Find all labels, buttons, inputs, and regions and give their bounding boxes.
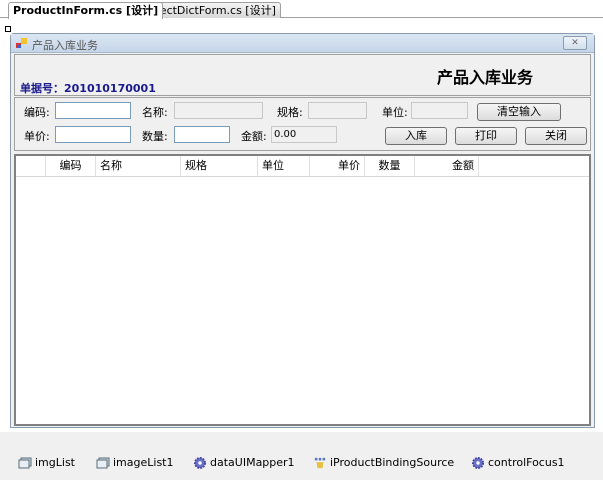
close-button[interactable]: 关闭 <box>525 127 587 145</box>
code-input[interactable] <box>55 102 131 119</box>
qty-input[interactable] <box>174 126 230 143</box>
data-grid[interactable]: 编码 名称 规格 单位 单价 数量 金额 <box>14 154 591 426</box>
component-label: imageList1 <box>113 456 174 469</box>
price-input[interactable] <box>55 126 131 143</box>
component-tray: imgList imageList1 dataUIMapper1 iProduc… <box>0 432 603 480</box>
gear-icon <box>472 456 484 469</box>
page-title: 产品入库业务 <box>437 68 534 87</box>
grid-header: 编码 名称 规格 单位 单价 数量 金额 <box>16 156 589 177</box>
window-title: 产品入库业务 <box>32 39 98 52</box>
gear-icon <box>194 456 206 469</box>
unit-label: 单位: <box>382 106 408 119</box>
component-label: iProductBindingSource <box>330 456 455 469</box>
component-label: dataUIMapper1 <box>210 456 295 469</box>
column-code[interactable]: 编码 <box>46 156 96 176</box>
bill-number-label: 单据号： <box>20 82 64 95</box>
code-label: 编码: <box>24 106 50 119</box>
close-window-button[interactable]: ✕ <box>563 36 587 50</box>
column-spec[interactable]: 规格 <box>181 156 258 176</box>
document-tab-bar: ProductInForm.cs [设计] SelectDictForm.cs … <box>0 0 603 19</box>
form-icon <box>16 38 27 48</box>
stock-in-button[interactable]: 入库 <box>385 127 447 145</box>
print-button[interactable]: 打印 <box>455 127 517 145</box>
bill-number-value: 201010170001 <box>64 82 156 95</box>
bill-number: 单据号：201010170001 <box>20 80 156 96</box>
column-amount[interactable]: 金额 <box>415 156 479 176</box>
amount-input[interactable]: 0.00 <box>271 126 337 143</box>
component-label: controlFocus1 <box>488 456 565 469</box>
column-price[interactable]: 单价 <box>310 156 365 176</box>
clear-input-button[interactable]: 清空输入 <box>477 103 561 121</box>
form-window[interactable]: 产品入库业务 ✕ 单据号：201010170001 产品入库业务 编码: 名称:… <box>10 33 595 428</box>
component-imglist[interactable]: imgList <box>18 456 75 469</box>
unit-input[interactable] <box>411 102 468 119</box>
component-controlfocus1[interactable]: controlFocus1 <box>471 456 565 469</box>
row-header <box>16 156 46 176</box>
amount-label: 金额: <box>241 130 267 143</box>
component-iproductbindingsource[interactable]: iProductBindingSource <box>313 456 454 469</box>
spec-label: 规格: <box>277 106 303 119</box>
column-name[interactable]: 名称 <box>96 156 181 176</box>
qty-label: 数量: <box>142 130 168 143</box>
header-panel: 单据号：201010170001 产品入库业务 <box>14 54 591 96</box>
name-label: 名称: <box>142 106 168 119</box>
image-list-icon <box>96 457 110 468</box>
close-icon: ✕ <box>571 38 579 48</box>
column-qty[interactable]: 数量 <box>365 156 415 176</box>
resize-handle[interactable] <box>5 26 11 32</box>
input-panel: 编码: 名称: 规格: 单位: 清空输入 单价: 数量: 金额: 0.00 入库… <box>14 97 591 151</box>
component-datauimapper1[interactable]: dataUIMapper1 <box>193 456 295 469</box>
component-imagelist1[interactable]: imageList1 <box>96 456 174 469</box>
title-bar: 产品入库业务 ✕ <box>11 34 594 53</box>
component-label: imgList <box>35 456 75 469</box>
name-input[interactable] <box>174 102 263 119</box>
image-list-icon <box>18 457 32 468</box>
binding-source-icon <box>314 457 326 468</box>
tab-productinform[interactable]: ProductInForm.cs [设计] <box>8 2 164 19</box>
price-label: 单价: <box>24 130 50 143</box>
spec-input[interactable] <box>308 102 367 119</box>
column-unit[interactable]: 单位 <box>258 156 310 176</box>
